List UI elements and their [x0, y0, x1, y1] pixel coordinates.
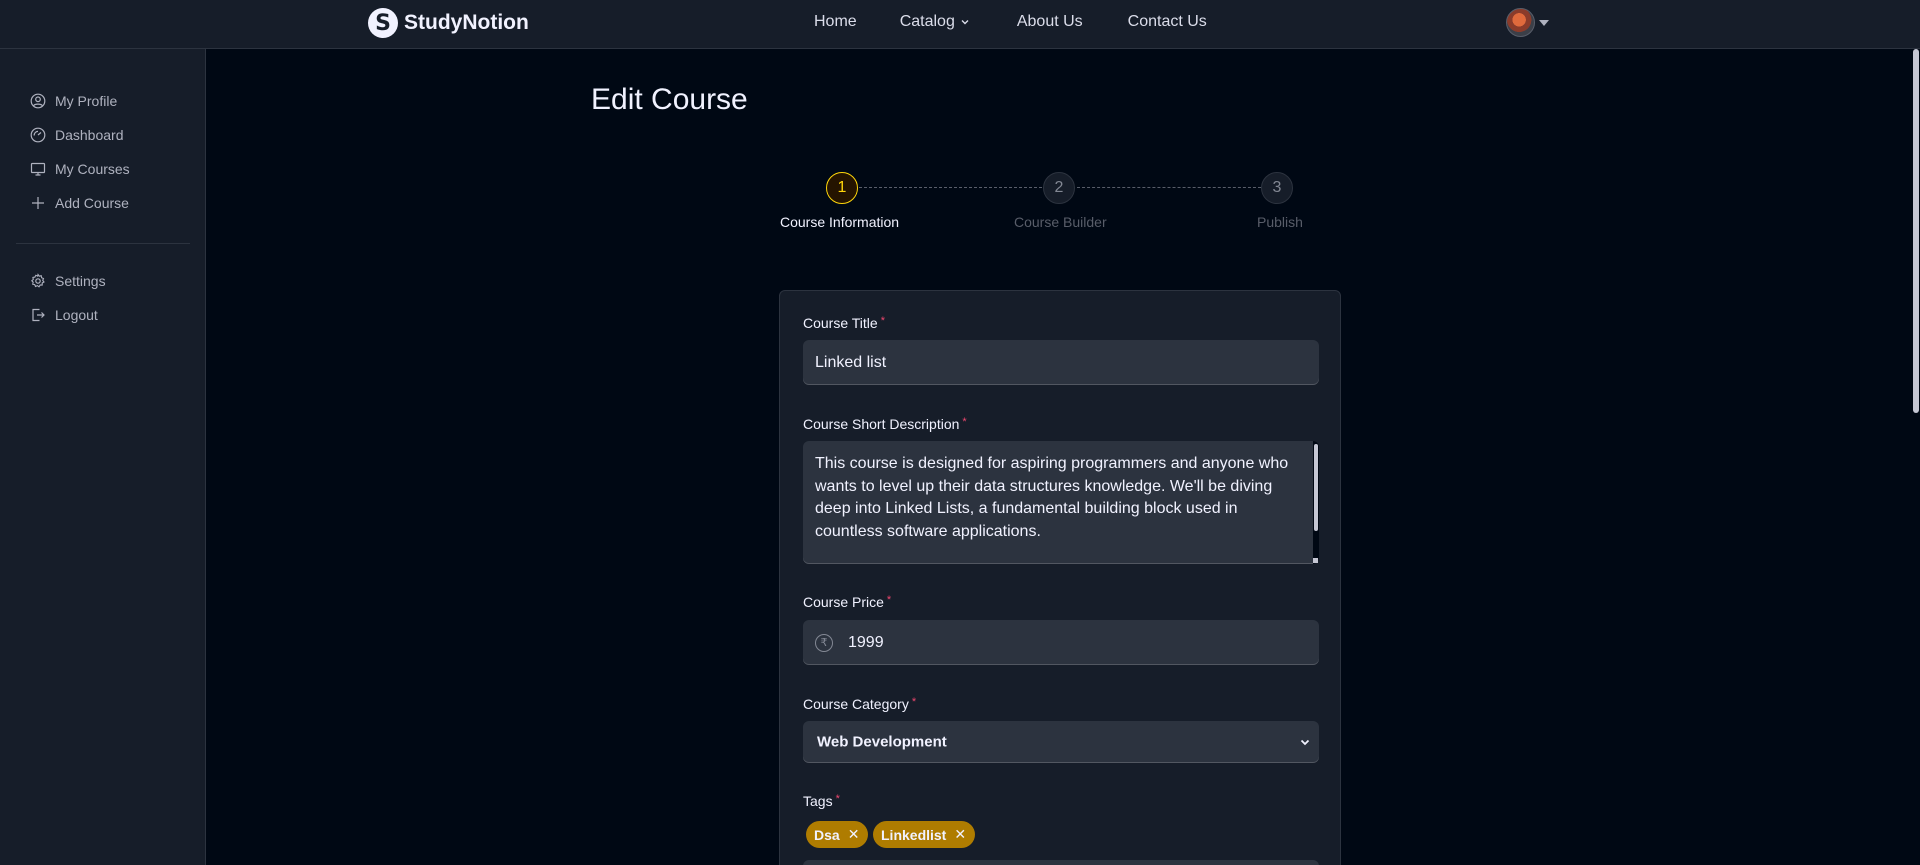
user-circle-icon [30, 93, 46, 109]
page-title: Edit Course [591, 83, 748, 116]
course-price-input[interactable]: ₹ 1999 [803, 620, 1319, 665]
step-2-circle: 2 [1043, 172, 1075, 204]
course-price-value: 1999 [848, 633, 884, 651]
close-icon[interactable]: ✕ [954, 826, 966, 843]
sidebar-item-dashboard[interactable]: Dashboard [30, 127, 124, 143]
course-title-label: Course Title * [803, 315, 885, 331]
tags-label: Tags * [803, 793, 840, 809]
required-mark: * [886, 594, 892, 606]
step-1-circle: 1 [826, 172, 858, 204]
sidebar-item-label: Logout [55, 307, 98, 323]
logout-icon [32, 308, 45, 322]
tags-list: Dsa ✕ Linkedlist ✕ [806, 821, 1206, 849]
textarea-scrollbar-thumb[interactable] [1314, 444, 1318, 531]
sidebar-item-label: Settings [55, 273, 106, 289]
brand-name: StudyNotion [404, 11, 529, 34]
nav-contact-link[interactable]: Contact Us [1128, 13, 1207, 31]
step-connector [859, 187, 1042, 188]
sidebar-item-add-course[interactable]: Add Course [30, 195, 129, 211]
nav-home-link[interactable]: Home [814, 13, 857, 31]
required-mark: * [835, 793, 840, 805]
required-mark: * [962, 416, 967, 428]
monitor-icon [30, 162, 46, 176]
step-connector [1077, 187, 1261, 188]
brand-logo[interactable]: S StudyNotion [368, 8, 529, 38]
step-3-circle: 3 [1261, 172, 1293, 204]
sidebar-item-logout[interactable]: Logout [30, 307, 98, 323]
rupee-icon: ₹ [815, 633, 833, 652]
tags-input[interactable] [803, 860, 1319, 865]
course-information-form: Course Title * Linked list Course Short D… [779, 290, 1341, 865]
avatar [1506, 8, 1535, 37]
step-2-label: Course Builder [1014, 214, 1107, 230]
course-description-label: Course Short Description * [803, 416, 967, 432]
course-title-value: Linked list [815, 353, 887, 371]
course-description-value: This course is designed for aspiring pro… [815, 455, 1289, 540]
sidebar-item-my-profile[interactable]: My Profile [30, 93, 117, 109]
required-mark: * [880, 315, 885, 327]
dashboard-gauge-icon [30, 127, 46, 143]
caret-down-icon [1539, 19, 1549, 26]
top-navbar: S StudyNotion Home Catalog About Us Cont… [0, 0, 1920, 49]
step-1-label: Course Information [780, 214, 900, 230]
sidebar-item-settings[interactable]: Settings [30, 273, 106, 289]
resize-handle[interactable] [1313, 558, 1318, 563]
course-category-label: Course Category * [803, 696, 916, 712]
page-scrollbar-thumb[interactable] [1913, 49, 1919, 413]
close-icon[interactable]: ✕ [848, 826, 860, 843]
course-title-input[interactable]: Linked list [803, 340, 1319, 385]
tag-label: Dsa [814, 826, 840, 843]
logo-icon: S [368, 8, 398, 38]
profile-dropdown[interactable] [1506, 8, 1549, 37]
course-price-label-text: Course Price [803, 594, 884, 610]
tag-chip: Dsa ✕ [806, 821, 869, 848]
course-category-label-text: Course Category [803, 696, 909, 712]
sidebar-item-label: My Profile [55, 93, 118, 109]
course-category-select[interactable]: Web Development [803, 721, 1319, 763]
course-description-label-text: Course Short Description [803, 416, 960, 432]
sidebar-item-label: Add Course [55, 195, 129, 211]
course-price-label: Course Price * [803, 594, 891, 610]
textarea-scrollbar[interactable] [1313, 441, 1319, 564]
step-3-label: Publish [1257, 214, 1303, 230]
tags-label-text: Tags [803, 793, 833, 809]
tag-label: Linkedlist [881, 826, 947, 843]
course-category-value: Web Development [817, 733, 947, 751]
sidebar-item-label: Dashboard [55, 127, 124, 143]
course-title-label-text: Course Title [803, 315, 878, 331]
sidebar-item-my-courses[interactable]: My Courses [30, 161, 130, 177]
required-mark: * [911, 696, 917, 708]
nav-catalog-dropdown[interactable]: Catalog [900, 13, 970, 31]
sidebar-divider [16, 243, 190, 244]
gear-icon [31, 273, 45, 288]
sidebar-item-label: My Courses [55, 161, 130, 177]
tag-chip: Linkedlist ✕ [873, 821, 976, 848]
page-scrollbar[interactable] [1912, 49, 1920, 865]
nav-links: Home Catalog About Us Contact Us [814, 13, 1207, 31]
chevron-down-icon [961, 20, 969, 25]
nav-about-link[interactable]: About Us [1017, 13, 1083, 31]
chevron-down-icon [1300, 739, 1310, 746]
nav-catalog-label: Catalog [899, 13, 955, 30]
plus-icon [32, 197, 44, 209]
course-description-textarea[interactable]: This course is designed for aspiring pro… [803, 441, 1319, 564]
sidebar: My Profile Dashboard My Courses Add Cour… [0, 49, 206, 865]
